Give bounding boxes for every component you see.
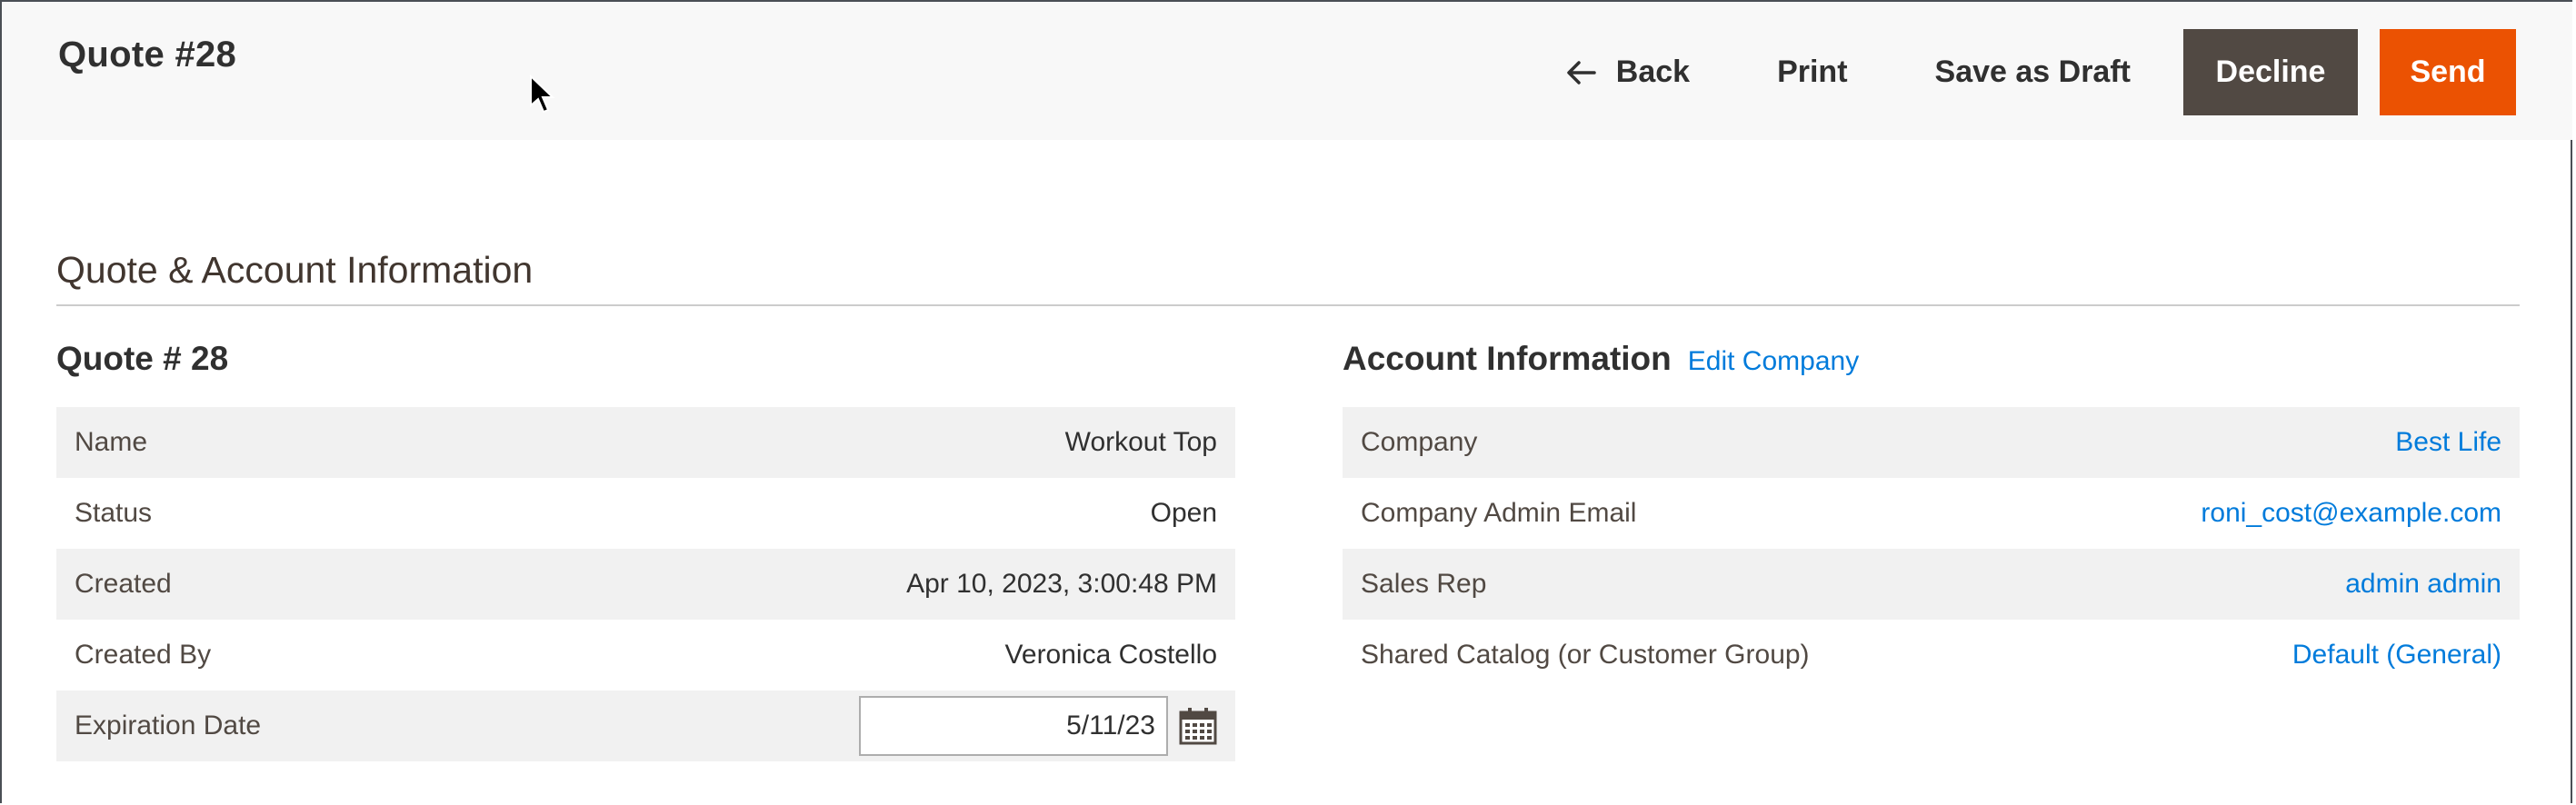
account-heading-text: Account Information <box>1343 340 1672 377</box>
print-button[interactable]: Print <box>1753 29 1871 115</box>
table-row: Company Admin Email roni_cost@example.co… <box>1343 478 2520 549</box>
mouse-pointer-icon <box>530 75 555 114</box>
back-label: Back <box>1615 55 1691 89</box>
shared-catalog-link[interactable]: Default (General) <box>2292 640 2501 671</box>
expiration-date-input[interactable] <box>859 696 1168 756</box>
table-row: Shared Catalog (or Customer Group) Defau… <box>1343 620 2520 691</box>
row-label: Shared Catalog (or Customer Group) <box>1361 640 1810 670</box>
quote-created-by-value: Veronica Costello <box>1004 640 1217 670</box>
table-row: Name Workout Top <box>56 407 1235 478</box>
page-header: Quote #28 Back Print Save as Draft Decli… <box>2 2 2572 140</box>
quote-status-value: Open <box>1150 498 1217 528</box>
quote-name-value: Workout Top <box>1064 427 1217 457</box>
save-as-draft-button[interactable]: Save as Draft <box>1912 29 2154 115</box>
page-actions: Back Print Save as Draft Decline Send <box>1542 29 2516 115</box>
account-heading: Account Information Edit Company <box>1343 340 1859 378</box>
company-link[interactable]: Best Life <box>2395 427 2501 458</box>
admin-email-link[interactable]: roni_cost@example.com <box>2201 498 2501 529</box>
arrow-left-icon <box>1567 60 1596 84</box>
row-label: Company <box>1361 427 1478 457</box>
account-info-table: Company Best Life Company Admin Email ro… <box>1343 407 2520 691</box>
row-label: Name <box>75 427 148 457</box>
section-title: Quote & Account Information <box>56 249 534 291</box>
table-row: Sales Rep admin admin <box>1343 549 2520 620</box>
sales-rep-link[interactable]: admin admin <box>2345 569 2501 600</box>
row-label: Created By <box>75 640 212 670</box>
send-button[interactable]: Send <box>2380 29 2516 115</box>
page-title: Quote #28 <box>58 35 237 75</box>
row-label: Expiration Date <box>75 711 262 740</box>
expiration-date-picker <box>859 696 1217 756</box>
table-row: Expiration Date <box>56 691 1235 761</box>
table-row: Created Apr 10, 2023, 3:00:48 PM <box>56 549 1235 620</box>
quote-heading: Quote # 28 <box>56 340 228 378</box>
table-row: Created By Veronica Costello <box>56 620 1235 691</box>
row-label: Sales Rep <box>1361 569 1487 599</box>
back-button[interactable]: Back <box>1542 29 1713 115</box>
table-row: Company Best Life <box>1343 407 2520 478</box>
calendar-icon[interactable] <box>1179 707 1217 745</box>
row-label: Created <box>75 569 172 599</box>
row-label: Status <box>75 498 153 528</box>
quote-created-value: Apr 10, 2023, 3:00:48 PM <box>906 569 1217 599</box>
edit-company-link[interactable]: Edit Company <box>1688 346 1859 377</box>
decline-button[interactable]: Decline <box>2183 29 2358 115</box>
table-row: Status Open <box>56 478 1235 549</box>
section-divider <box>56 304 2520 306</box>
quote-info-table: Name Workout Top Status Open Created Apr… <box>56 407 1235 761</box>
row-label: Company Admin Email <box>1361 498 1637 528</box>
quote-heading-text: Quote # 28 <box>56 340 229 377</box>
